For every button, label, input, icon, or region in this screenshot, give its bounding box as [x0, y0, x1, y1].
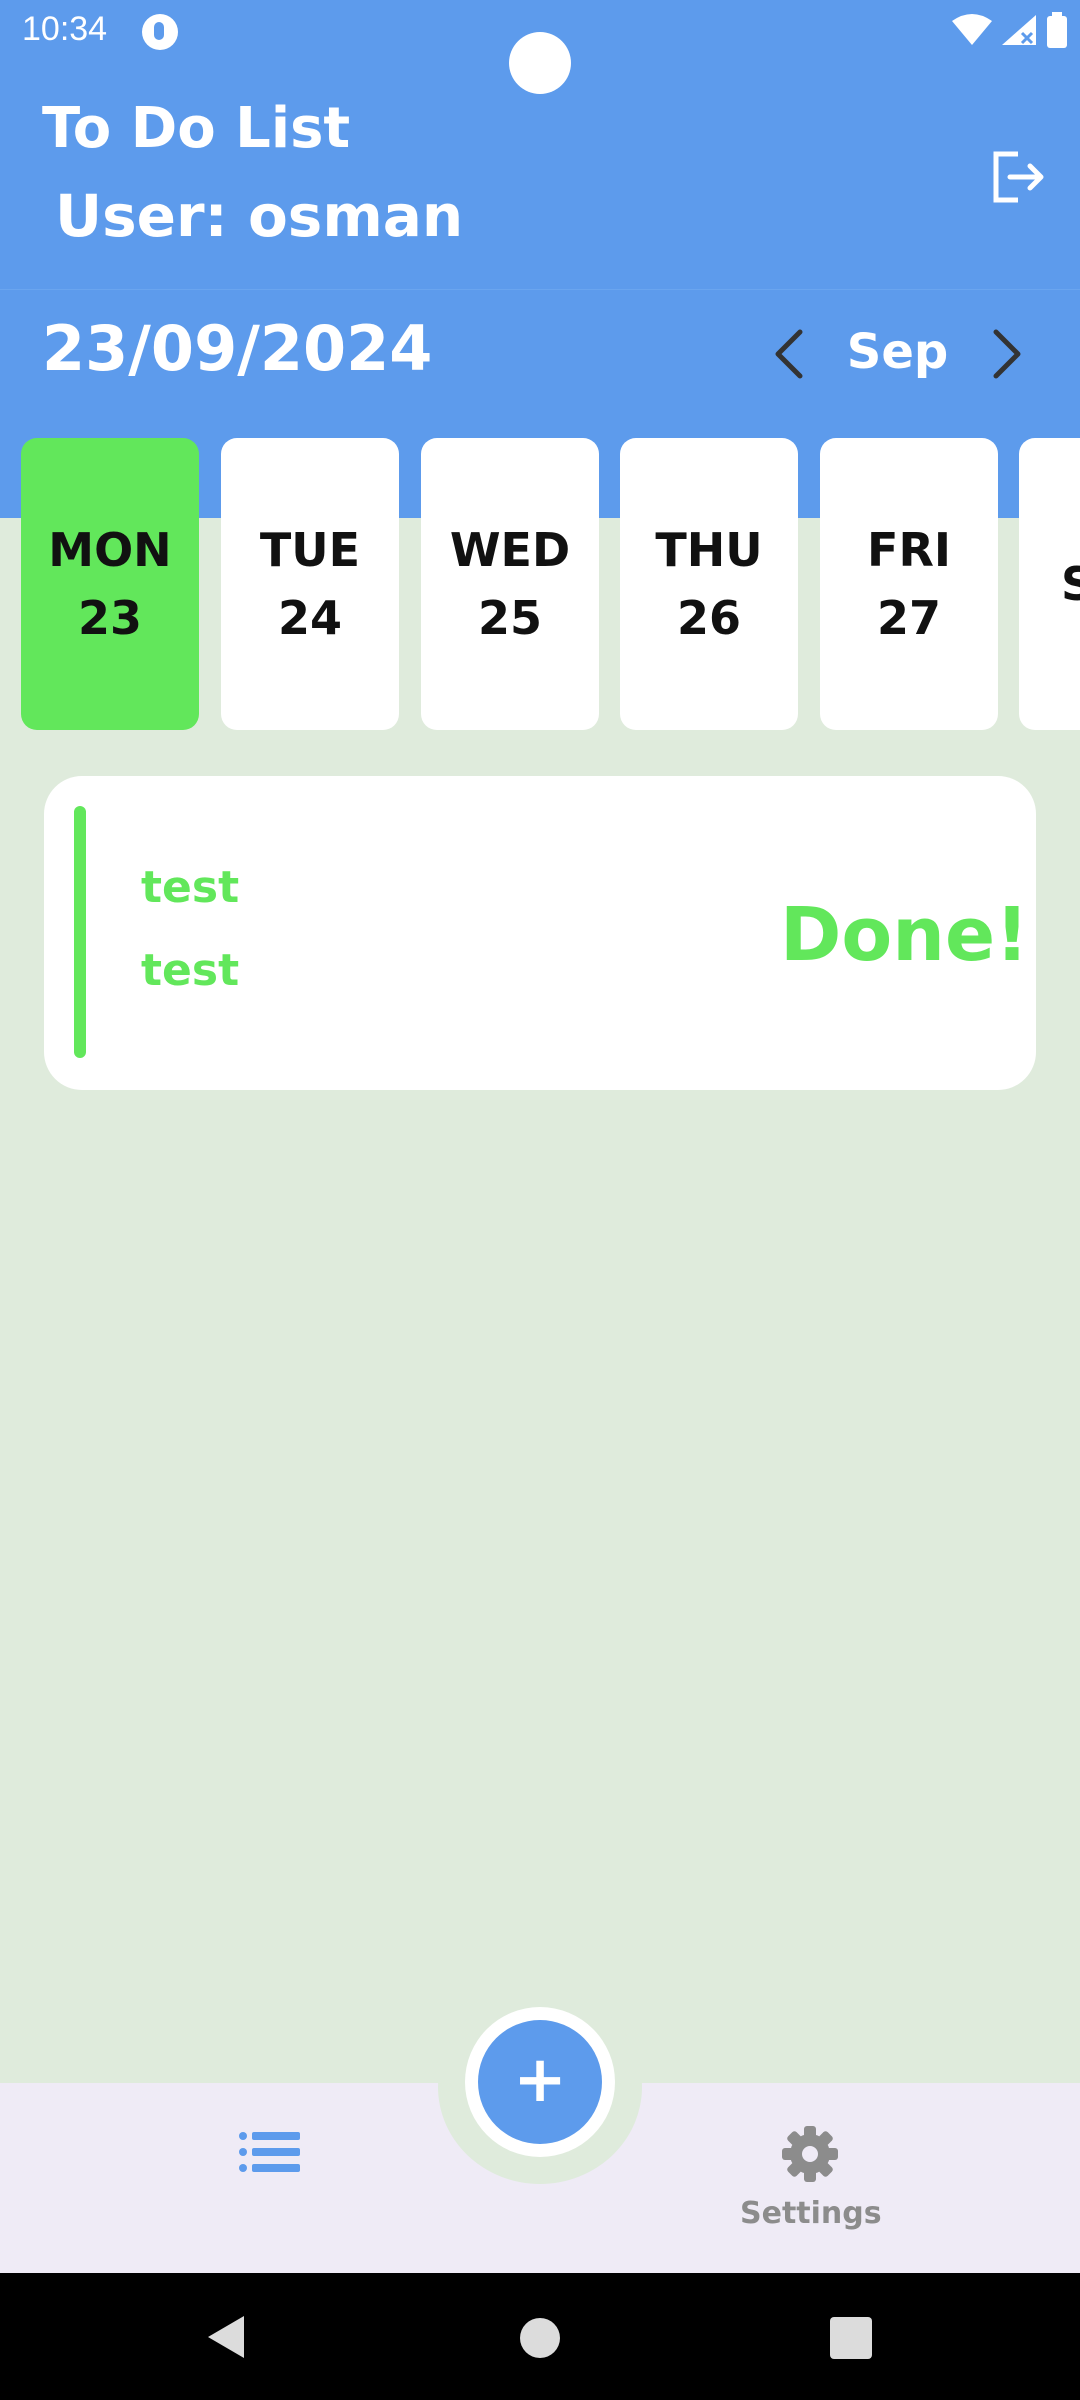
user-label: User: osman: [55, 182, 464, 250]
task-description: test: [141, 945, 240, 996]
day-number: 23: [77, 591, 142, 645]
gear-icon[interactable]: [780, 2124, 840, 2184]
day-number: 26: [676, 591, 741, 645]
day-card-mon[interactable]: MON 23: [21, 438, 199, 730]
status-time: 10:34: [22, 10, 108, 48]
home-icon[interactable]: [520, 2318, 560, 2358]
day-card-wed[interactable]: WED 25: [421, 438, 599, 730]
logout-icon[interactable]: [988, 148, 1046, 206]
chevron-left-icon[interactable]: [768, 328, 812, 380]
app-title: To Do List: [42, 96, 351, 161]
day-card-sat[interactable]: S: [1019, 438, 1080, 730]
day-card-fri[interactable]: FRI 27: [820, 438, 998, 730]
day-name: WED: [449, 523, 571, 577]
battery-icon: [1047, 12, 1067, 48]
day-name: THU: [655, 523, 763, 577]
recents-icon[interactable]: [830, 2317, 872, 2359]
month-label: Sep: [846, 324, 949, 380]
day-name: MON: [48, 523, 172, 577]
add-task-button[interactable]: +: [478, 2020, 602, 2144]
back-icon[interactable]: [204, 2314, 248, 2360]
day-card-thu[interactable]: THU 26: [620, 438, 798, 730]
signal-icon: [1002, 15, 1036, 45]
wifi-icon: [952, 14, 992, 45]
camera-cutout: [509, 32, 571, 94]
day-card-tue[interactable]: TUE 24: [221, 438, 399, 730]
day-number: 27: [876, 591, 941, 645]
chevron-right-icon[interactable]: [984, 328, 1028, 380]
day-name: TUE: [259, 523, 361, 577]
header-divider: [0, 289, 1080, 290]
day-name: FRI: [867, 523, 951, 577]
selected-date: 23/09/2024: [42, 312, 433, 385]
list-icon[interactable]: [238, 2130, 302, 2174]
day-number: 25: [477, 591, 542, 645]
day-name: S: [1061, 557, 1080, 611]
settings-label[interactable]: Settings: [740, 2196, 882, 2231]
task-status: Done!: [780, 892, 1029, 978]
task-title: test: [141, 862, 240, 913]
status-icons: [952, 12, 1068, 48]
day-number: 24: [277, 591, 342, 645]
task-color-bar: [74, 806, 86, 1058]
notification-app-icon: [142, 14, 178, 50]
